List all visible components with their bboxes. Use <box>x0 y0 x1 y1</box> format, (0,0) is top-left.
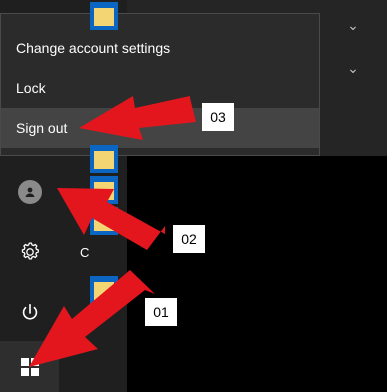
folder-tile[interactable] <box>90 2 118 30</box>
step-badge-03: 03 <box>202 103 234 131</box>
chevron-down-icon[interactable]: ⌄ <box>346 18 360 32</box>
folder-icon <box>94 282 114 300</box>
power-button[interactable] <box>0 288 59 338</box>
change-account-settings-menu-item[interactable]: Change account settings <box>1 28 319 68</box>
start-menu-screen: ⌄ ⌄ Change account settings Lock Sign ou… <box>0 0 387 392</box>
step-badge-02: 02 <box>173 225 205 253</box>
account-popup-menu: Change account settings Lock Sign out <box>0 13 320 156</box>
start-button[interactable] <box>0 341 59 392</box>
folder-icon <box>94 213 114 231</box>
folder-tile[interactable] <box>90 207 118 235</box>
folder-icon <box>94 182 114 200</box>
chevron-down-icon[interactable]: ⌄ <box>346 61 360 75</box>
user-avatar-icon <box>17 180 42 204</box>
folder-tile[interactable] <box>90 276 118 304</box>
folder-icon <box>94 151 114 169</box>
section-letter-c[interactable]: C <box>80 245 89 260</box>
power-icon <box>22 303 37 320</box>
windows-logo-icon <box>20 357 39 376</box>
folder-icon <box>94 8 114 26</box>
folder-tile[interactable] <box>90 176 118 204</box>
settings-button[interactable] <box>0 227 59 277</box>
step-badge-01: 01 <box>145 298 177 326</box>
sign-out-menu-item[interactable]: Sign out <box>1 108 319 148</box>
gear-icon <box>21 242 39 260</box>
lock-menu-item[interactable]: Lock <box>1 68 319 108</box>
folder-tile[interactable] <box>90 145 118 173</box>
user-glyph-icon <box>25 187 34 197</box>
user-account-button[interactable] <box>0 167 59 217</box>
